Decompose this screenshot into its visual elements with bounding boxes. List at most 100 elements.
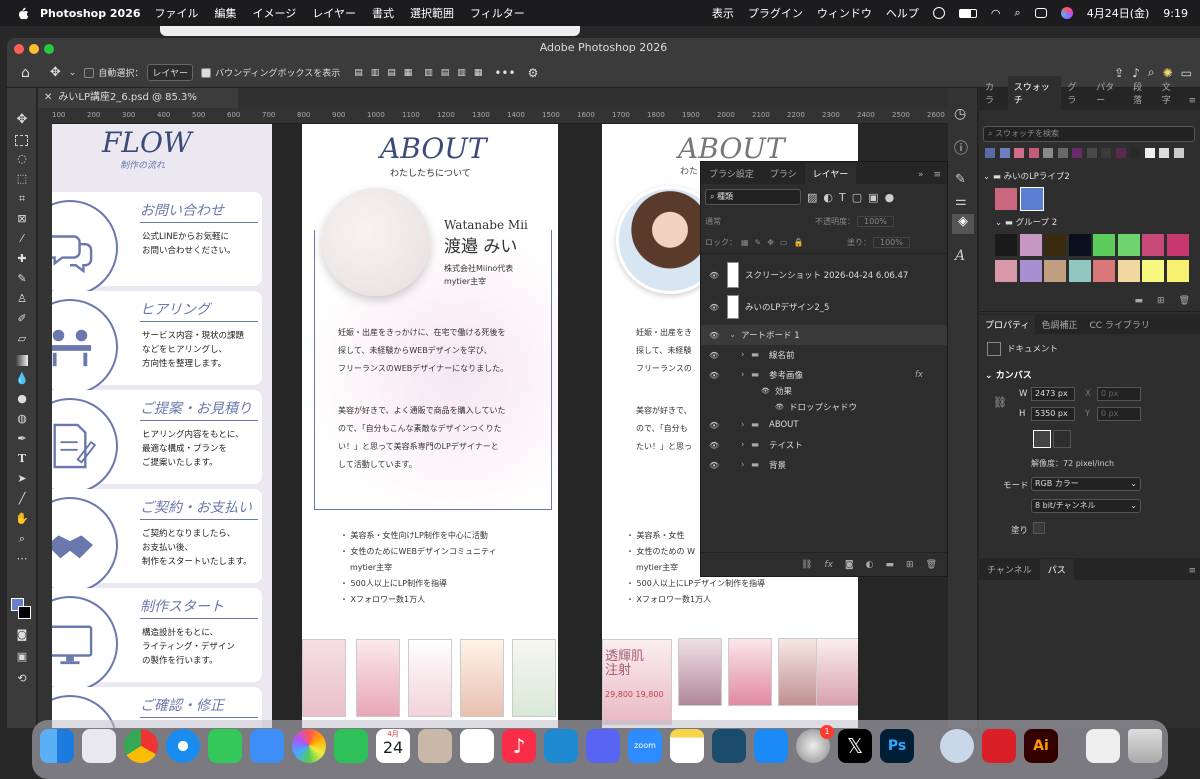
app-store-icon[interactable] xyxy=(754,729,788,763)
tab-character[interactable]: 文字 xyxy=(1156,76,1185,110)
swatch-chip[interactable] xyxy=(1159,148,1169,158)
swatch-chip[interactable] xyxy=(1044,260,1066,282)
new-layer-icon[interactable]: ⊞ xyxy=(906,560,914,570)
zoom-app-icon[interactable]: zoom xyxy=(628,729,662,763)
tool-preset-chevron-icon[interactable]: ⌄ xyxy=(69,68,77,78)
healing-brush-tool-icon[interactable]: ✚ xyxy=(12,252,32,270)
apple-icon[interactable] xyxy=(16,6,30,20)
menubar-time[interactable]: 9:19 xyxy=(1163,7,1188,20)
layer-row-group[interactable]: 👁 › ▬ ABOUT xyxy=(701,415,947,435)
tab-paths[interactable]: パス xyxy=(1039,559,1074,580)
swatch-chip[interactable] xyxy=(1072,148,1082,158)
blur-tool-icon[interactable]: 💧 xyxy=(12,372,32,390)
menu-view[interactable]: 表示 xyxy=(712,5,734,21)
filter-shape-icon[interactable]: ▢ xyxy=(852,191,862,204)
tab-color[interactable]: カラ xyxy=(979,76,1008,110)
expand-chevron-icon[interactable]: › xyxy=(741,350,744,360)
edit-toolbar-icon[interactable]: ⋯ xyxy=(12,552,32,570)
layer-effect-row[interactable]: 👁 効果 xyxy=(701,383,947,399)
visibility-eye-icon[interactable]: 👁 xyxy=(709,461,719,470)
visibility-eye-icon[interactable]: 👁 xyxy=(709,421,719,430)
swatch-chip[interactable] xyxy=(1014,148,1024,158)
bounding-box-checkbox[interactable] xyxy=(201,67,212,78)
downloads-stack-icon[interactable] xyxy=(1086,729,1120,763)
swatch-chip[interactable] xyxy=(1101,148,1111,158)
y-field[interactable]: 0 px xyxy=(1097,407,1141,421)
screen-mode-icon[interactable]: ▣ xyxy=(12,650,32,668)
tab-paragraph[interactable]: 段落 xyxy=(1127,76,1156,110)
swatch-chip[interactable] xyxy=(1144,148,1155,158)
x-app-icon[interactable]: 𝕏 xyxy=(838,729,872,763)
crop-tool-icon[interactable]: ⌗ xyxy=(12,192,32,210)
history-brush-tool-icon[interactable]: ✐ xyxy=(12,312,32,330)
wifi-icon[interactable]: ◠ xyxy=(991,7,1001,20)
menu-select[interactable]: 選択範囲 xyxy=(410,5,454,21)
blend-mode-dropdown[interactable]: 通常 xyxy=(705,216,815,227)
library-swatch[interactable] xyxy=(995,188,1017,210)
color-mode-dropdown[interactable]: RGB カラー ⌄ xyxy=(1031,477,1141,491)
new-swatch-icon[interactable]: ⊞ xyxy=(1157,296,1165,306)
layer-row-group[interactable]: 👁 › ▬ 線名前 xyxy=(701,345,947,365)
layers-panel[interactable]: ブラシ設定 ブラシ レイヤー » ≡ ⌕ 種類 ▨ ◐ T ▢ ▣ ● 通常 不… xyxy=(700,161,948,577)
layer-row[interactable]: 👁 みいのLPデザイン2_5 xyxy=(701,292,947,322)
fx-badge[interactable]: fx xyxy=(915,370,923,380)
home-icon[interactable]: ⌂ xyxy=(21,65,30,81)
height-field[interactable]: 5350 px xyxy=(1031,407,1075,421)
info-icon[interactable]: ⓘ xyxy=(954,138,968,158)
portrait-orientation-button[interactable] xyxy=(1033,430,1051,448)
opacity-field[interactable]: 100% xyxy=(857,215,894,227)
swatch-chip[interactable] xyxy=(1142,260,1164,282)
safari-icon[interactable] xyxy=(166,729,200,763)
distribute-h-icon[interactable]: ▦ xyxy=(404,68,413,78)
control-center-icon[interactable] xyxy=(1034,8,1047,18)
glyphs-icon[interactable]: A xyxy=(955,248,965,264)
menu-type[interactable]: 書式 xyxy=(372,5,394,21)
swatch-search-input[interactable]: ⌕ スウォッチを検索 xyxy=(983,126,1195,142)
swatch-chip[interactable] xyxy=(1093,260,1115,282)
align-bottom-icon[interactable]: ▥ xyxy=(457,68,466,78)
swatch-chip[interactable] xyxy=(1142,234,1164,256)
backup-app-icon[interactable] xyxy=(940,729,974,763)
swatch-chip[interactable] xyxy=(1068,234,1091,256)
visibility-eye-icon[interactable]: 👁 xyxy=(709,371,719,380)
contacts-icon[interactable] xyxy=(418,729,452,763)
creative-cloud-icon[interactable] xyxy=(982,729,1016,763)
swatch-chip[interactable] xyxy=(1093,234,1115,256)
swatch-chip[interactable] xyxy=(1086,148,1097,158)
add-mask-icon[interactable]: ◙ xyxy=(845,560,854,570)
swatch-chip[interactable] xyxy=(985,148,995,158)
hand-tool-icon[interactable]: ✋ xyxy=(12,512,32,530)
gradient-tool-icon[interactable] xyxy=(12,352,32,370)
app-menu[interactable]: Photoshop 2026 xyxy=(40,7,141,20)
frame-tool-icon[interactable]: ⊠ xyxy=(12,212,32,230)
swatch-chip[interactable] xyxy=(1117,234,1140,256)
effect-eye-icon[interactable]: 👁 xyxy=(761,387,770,395)
document-tab[interactable]: ✕みいLP講座2_6.psd @ 85.3% (RGB/8) * xyxy=(38,88,238,123)
lock-icons[interactable]: ▦✎✥▭🔒 xyxy=(741,238,837,247)
tab-brush-settings[interactable]: ブラシ設定 xyxy=(701,163,762,184)
launchpad-icon[interactable] xyxy=(82,729,116,763)
fill-color-swatch[interactable] xyxy=(1033,522,1045,534)
menu-file[interactable]: ファイル xyxy=(155,5,199,21)
swatch-chip[interactable] xyxy=(1028,148,1039,158)
tab-gradients[interactable]: グラ xyxy=(1061,76,1090,110)
expand-chevron-icon[interactable]: › xyxy=(741,440,744,450)
generative-fill-icon[interactable]: ⟲ xyxy=(12,672,32,690)
menu-window[interactable]: ウィンドウ xyxy=(817,5,872,21)
auto-select-checkbox[interactable] xyxy=(84,67,95,78)
new-group-icon[interactable]: ▬ xyxy=(886,560,895,570)
history-icon[interactable]: ◷ xyxy=(954,106,966,122)
visibility-eye-icon[interactable]: 👁 xyxy=(709,331,719,340)
fill-field[interactable]: 100% xyxy=(873,237,910,248)
swatch-chip[interactable] xyxy=(1057,148,1068,158)
align-center-h-icon[interactable]: ▥ xyxy=(371,68,380,78)
eraser-tool-icon[interactable]: ▱ xyxy=(12,332,32,350)
object-select-tool-icon[interactable]: ⬚ xyxy=(12,172,32,190)
path-select-tool-icon[interactable]: ➤ xyxy=(12,472,32,490)
swatch-chip[interactable] xyxy=(995,260,1017,282)
marquee-tool-icon[interactable] xyxy=(12,132,32,150)
reminders-icon[interactable] xyxy=(460,729,494,763)
add-style-icon[interactable]: fx xyxy=(824,560,833,570)
freeform-icon[interactable] xyxy=(712,729,746,763)
layer-row-group[interactable]: 👁 › ▬ 背景 xyxy=(701,455,947,475)
